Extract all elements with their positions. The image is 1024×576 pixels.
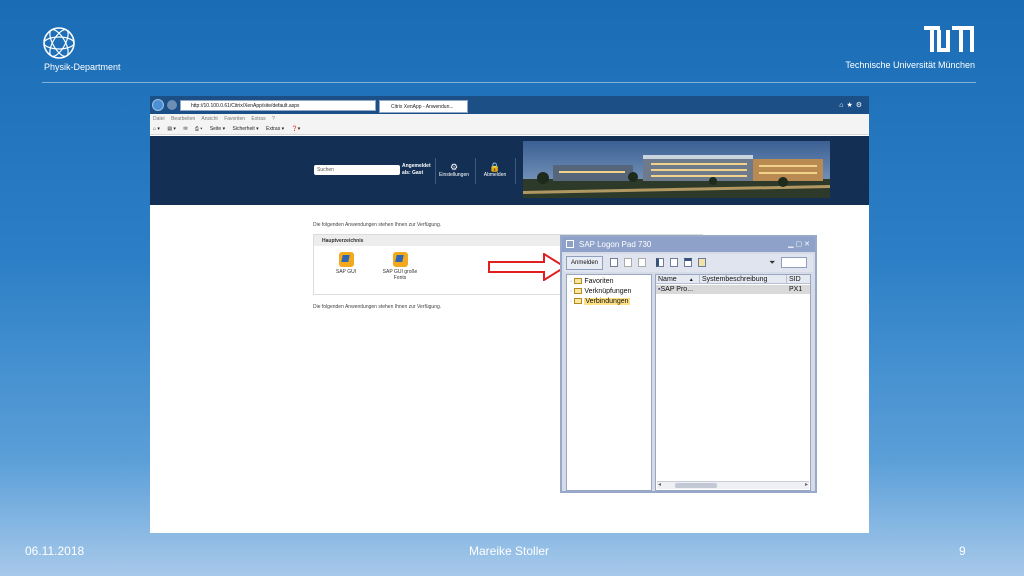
row-name: ▪SAP Pro... <box>658 286 694 293</box>
department-name: Physik-Department <box>44 62 121 72</box>
sap-toolbar: Anmelden ⏷ <box>564 254 813 272</box>
search-input[interactable]: Suchen <box>314 165 400 175</box>
menu-bearbeiten[interactable]: Bearbeiten <box>171 116 195 122</box>
logout-label: Abmelden <box>483 172 507 178</box>
sap-window-icon <box>566 240 574 248</box>
physik-logo-icon <box>43 27 75 59</box>
browser-commandbar: ⌂ ▾ ▤ ▾ ✉ ⎙ ▾ Seite ▾ Sicherheit ▾ Extra… <box>150 123 869 135</box>
row-sid: PX1 <box>789 286 803 293</box>
menu-help[interactable]: ? <box>272 116 275 122</box>
user-status-line1: Angemeldet <box>402 163 431 169</box>
settings-label: Einstellungen <box>439 172 470 178</box>
sap-window-title: SAP Logon Pad 730 <box>579 240 652 249</box>
browser-screenshot: http://10.100.0.61/Citrix/XenApp/site/de… <box>150 96 869 533</box>
command-sicherheit[interactable]: Sicherheit ▾ <box>233 126 259 132</box>
university-name: Technische Universität München <box>845 60 975 70</box>
command-seite[interactable]: Seite ▾ <box>210 126 225 132</box>
command-extras[interactable]: Extras ▾ <box>266 126 284 132</box>
header-separator <box>435 158 436 184</box>
sap-app-icon <box>338 252 354 267</box>
list-view-icon[interactable] <box>670 258 678 267</box>
filter-input[interactable] <box>781 257 807 268</box>
menu-favoriten[interactable]: Favoriten <box>224 116 245 122</box>
citrix-header: Suchen Angemeldet als: Gast ⚙ Einstellun… <box>150 136 869 205</box>
user-status: Angemeldet als: Gast <box>402 163 431 177</box>
print-icon[interactable]: ⎙ ▾ <box>195 126 203 132</box>
sap-connection-list: Name ▲ Systembeschreibung SID ▪SAP Pro...… <box>655 274 811 491</box>
tree-item-verbindungen[interactable]: · Verbindungen <box>570 297 630 306</box>
help-icon[interactable]: ❓▾ <box>292 126 301 132</box>
footer-page-number: 9 <box>959 544 966 558</box>
back-button-icon[interactable] <box>152 99 164 111</box>
column-systembeschreibung[interactable]: Systembeschreibung <box>700 275 787 284</box>
properties-icon[interactable] <box>684 258 692 267</box>
menu-datei[interactable]: Datei <box>153 116 165 122</box>
folder-icon <box>574 298 583 304</box>
home-icon[interactable]: ⌂ ▾ <box>153 126 160 132</box>
tum-logo-icon <box>924 26 974 52</box>
gear-icon: ⚙ <box>449 162 459 172</box>
sap-tree-panel: · Favoriten · Verknüpfungen · Verbindungen <box>566 274 652 491</box>
settings-button[interactable]: ⚙ Einstellungen <box>439 162 469 178</box>
scrollbar-thumb[interactable] <box>675 483 717 488</box>
tree-item-verknuepfungen[interactable]: · Verknüpfungen <box>570 287 631 296</box>
new-entry-icon[interactable] <box>610 258 618 267</box>
red-arrow-annotation <box>488 253 566 281</box>
sap-logon-window: SAP Logon Pad 730 ▁▢✕ Anmelden ⏷ · Favori… <box>560 235 817 493</box>
scroll-right-icon[interactable]: ▸ <box>805 481 808 488</box>
app-label: SAP GUI große Fonts <box>382 269 418 281</box>
app-sap-gui[interactable]: SAP GUI <box>326 252 366 275</box>
browser-toolbar-icons[interactable]: ⌂★⚙ <box>839 101 865 109</box>
user-status-line2: als: Gast <box>402 170 424 176</box>
address-bar[interactable]: http://10.100.0.61/Citrix/XenApp/site/de… <box>180 100 376 111</box>
available-apps-text: Die folgenden Anwendungen stehen Ihnen z… <box>313 304 442 310</box>
scroll-left-icon[interactable]: ◂ <box>658 481 661 488</box>
header-separator <box>515 158 516 184</box>
header-separator <box>475 158 476 184</box>
sap-app-icon <box>392 252 408 267</box>
footer-date: 06.11.2018 <box>25 544 85 558</box>
column-sid[interactable]: SID <box>787 275 810 284</box>
edit-icon[interactable] <box>624 258 632 267</box>
lock-icon: 🔒 <box>489 162 501 172</box>
table-row[interactable]: ▪SAP Pro... PX1 <box>656 285 810 294</box>
forward-button-icon[interactable] <box>167 100 177 110</box>
filter-icon[interactable]: ⏷ <box>769 258 775 268</box>
logout-button[interactable]: 🔒 Abmelden <box>480 162 510 178</box>
browser-titlebar: http://10.100.0.61/Citrix/XenApp/site/de… <box>150 96 869 114</box>
folder-icon <box>574 288 583 294</box>
folder-icon <box>574 278 583 284</box>
mail-icon[interactable]: ✉ <box>183 126 187 132</box>
sap-titlebar: SAP Logon Pad 730 ▁▢✕ <box>562 237 815 252</box>
header-divider <box>42 82 976 83</box>
logon-button[interactable]: Anmelden <box>566 256 604 270</box>
horizontal-scrollbar[interactable]: ◂ ▸ <box>657 481 809 489</box>
column-name[interactable]: Name ▲ <box>656 275 700 284</box>
available-apps-text: Die folgenden Anwendungen stehen Ihnen z… <box>313 222 442 228</box>
browser-tab[interactable]: Citrix XenApp - Anwendun... <box>379 100 468 113</box>
browser-menubar: Datei Bearbeiten Ansicht Favoriten Extra… <box>150 114 869 123</box>
list-header: Name ▲ Systembeschreibung SID <box>656 275 810 284</box>
app-label: SAP GUI <box>335 269 357 275</box>
footer-author: Mareike Stoller <box>469 544 550 558</box>
campus-photo <box>523 141 830 198</box>
window-controls[interactable]: ▁▢✕ <box>788 240 812 248</box>
options-icon[interactable] <box>698 258 706 267</box>
tree-item-favoriten[interactable]: · Favoriten <box>570 277 614 286</box>
feeds-icon[interactable]: ▤ ▾ <box>167 126 176 132</box>
menu-extras[interactable]: Extras <box>251 116 265 122</box>
delete-icon[interactable] <box>638 258 646 267</box>
app-sap-gui-large-fonts[interactable]: SAP GUI große Fonts <box>380 252 420 281</box>
menu-ansicht[interactable]: Ansicht <box>201 116 217 122</box>
tree-view-icon[interactable] <box>656 258 664 267</box>
